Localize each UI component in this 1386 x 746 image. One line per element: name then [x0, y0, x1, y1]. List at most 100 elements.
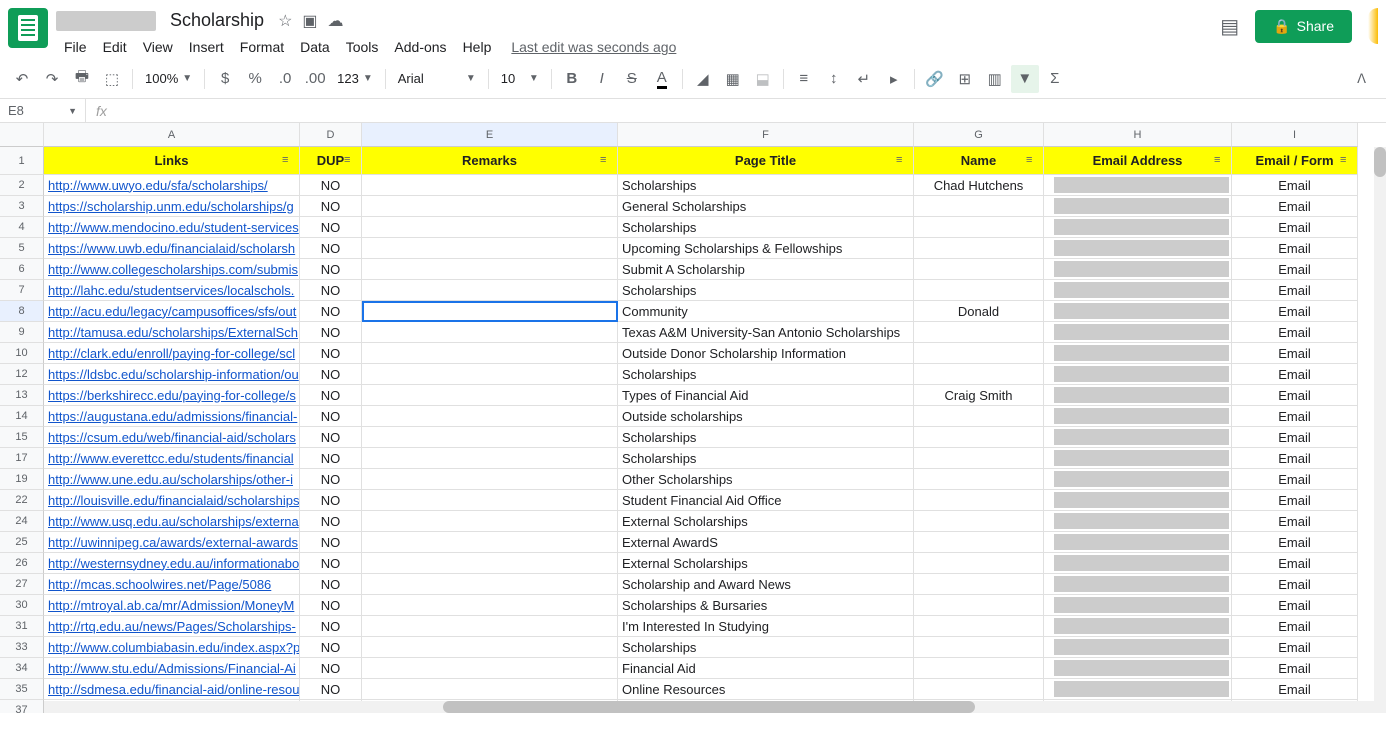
cell-email-form[interactable]: Email	[1232, 679, 1358, 700]
cell-title[interactable]: Scholarships & Bursaries	[618, 595, 914, 616]
column-header-E[interactable]: E	[362, 123, 618, 147]
cell-email[interactable]	[1044, 259, 1232, 280]
row-header-14[interactable]: 14	[0, 406, 44, 427]
menu-help[interactable]: Help	[455, 35, 500, 59]
cell-name[interactable]	[914, 532, 1044, 553]
cell-dup[interactable]: NO	[300, 511, 362, 532]
cell-remarks[interactable]	[362, 616, 618, 637]
cell-name[interactable]	[914, 280, 1044, 301]
cell-link[interactable]: http://uwinnipeg.ca/awards/external-awar…	[44, 532, 300, 553]
cell-remarks[interactable]	[362, 490, 618, 511]
merge-cells-button[interactable]: ⬓	[749, 65, 777, 93]
cell-remarks[interactable]	[362, 658, 618, 679]
cell-email[interactable]	[1044, 532, 1232, 553]
cell-title[interactable]: Scholarships	[618, 637, 914, 658]
column-header-H[interactable]: H	[1044, 123, 1232, 147]
row-header-5[interactable]: 5	[0, 238, 44, 259]
row-header-19[interactable]: 19	[0, 469, 44, 490]
cell-title[interactable]: Upcoming Scholarships & Fellowships	[618, 238, 914, 259]
star-icon[interactable]: ☆	[278, 11, 292, 31]
menu-add-ons[interactable]: Add-ons	[386, 35, 454, 59]
cell-email[interactable]	[1044, 343, 1232, 364]
cell-name[interactable]	[914, 637, 1044, 658]
cell-link[interactable]: http://mtroyal.ab.ca/mr/Admission/MoneyM	[44, 595, 300, 616]
filter-icon[interactable]: ≡	[1340, 154, 1354, 168]
text-wrap-button[interactable]: ↵	[850, 65, 878, 93]
cell-email-form[interactable]: Email	[1232, 448, 1358, 469]
cell-email-form[interactable]: Email	[1232, 406, 1358, 427]
row-header-2[interactable]: 2	[0, 175, 44, 196]
cell-email[interactable]	[1044, 427, 1232, 448]
cell-email-form[interactable]: Email	[1232, 658, 1358, 679]
row-header-4[interactable]: 4	[0, 217, 44, 238]
menu-data[interactable]: Data	[292, 35, 338, 59]
cell-title[interactable]: Scholarship and Award News	[618, 574, 914, 595]
cell-name[interactable]	[914, 196, 1044, 217]
cell-dup[interactable]: NO	[300, 595, 362, 616]
cell-email[interactable]	[1044, 448, 1232, 469]
cell-dup[interactable]: NO	[300, 364, 362, 385]
cell-email[interactable]	[1044, 616, 1232, 637]
cell-dup[interactable]: NO	[300, 322, 362, 343]
row-header-25[interactable]: 25	[0, 532, 44, 553]
cell-email-form[interactable]: Email	[1232, 490, 1358, 511]
cell-remarks[interactable]	[362, 637, 618, 658]
cell-link[interactable]: http://lahc.edu/studentservices/localsch…	[44, 280, 300, 301]
cell-email-form[interactable]: Email	[1232, 637, 1358, 658]
filter-icon[interactable]: ≡	[282, 154, 296, 168]
percent-button[interactable]: %	[241, 65, 269, 93]
cell-email-form[interactable]: Email	[1232, 385, 1358, 406]
cell-remarks[interactable]	[362, 301, 618, 322]
cell-name[interactable]	[914, 217, 1044, 238]
header-cell-D[interactable]: DUP≡	[300, 147, 362, 175]
row-header-22[interactable]: 22	[0, 490, 44, 511]
cell-email[interactable]	[1044, 553, 1232, 574]
cell-title[interactable]: External Scholarships	[618, 511, 914, 532]
cell-remarks[interactable]	[362, 217, 618, 238]
cell-email[interactable]	[1044, 217, 1232, 238]
row-header-17[interactable]: 17	[0, 448, 44, 469]
cell-dup[interactable]: NO	[300, 616, 362, 637]
row-header-33[interactable]: 33	[0, 637, 44, 658]
formula-input[interactable]	[117, 101, 1386, 120]
cell-email-form[interactable]: Email	[1232, 175, 1358, 196]
cell-dup[interactable]: NO	[300, 196, 362, 217]
cell-name[interactable]	[914, 406, 1044, 427]
cell-title[interactable]: Scholarships	[618, 448, 914, 469]
cell-email-form[interactable]: Email	[1232, 343, 1358, 364]
cell-title[interactable]: Scholarships	[618, 217, 914, 238]
row-header-3[interactable]: 3	[0, 196, 44, 217]
cell-name[interactable]: Craig Smith	[914, 385, 1044, 406]
cell-email-form[interactable]: Email	[1232, 322, 1358, 343]
cell-name[interactable]	[914, 259, 1044, 280]
cell-link[interactable]: https://csum.edu/web/financial-aid/schol…	[44, 427, 300, 448]
column-header-D[interactable]: D	[300, 123, 362, 147]
cell-remarks[interactable]	[362, 238, 618, 259]
menu-insert[interactable]: Insert	[181, 35, 232, 59]
cell-link[interactable]: https://augustana.edu/admissions/financi…	[44, 406, 300, 427]
cell-name[interactable]	[914, 427, 1044, 448]
cell-dup[interactable]: NO	[300, 259, 362, 280]
cell-email[interactable]	[1044, 196, 1232, 217]
cell-remarks[interactable]	[362, 364, 618, 385]
cell-title[interactable]: Financial Aid	[618, 658, 914, 679]
row-header-26[interactable]: 26	[0, 553, 44, 574]
cell-link[interactable]: https://berkshirecc.edu/paying-for-colle…	[44, 385, 300, 406]
cell-email[interactable]	[1044, 280, 1232, 301]
vertical-scrollbar[interactable]	[1374, 147, 1386, 713]
menu-tools[interactable]: Tools	[338, 35, 387, 59]
filter-icon[interactable]: ≡	[600, 154, 614, 168]
insert-chart-button[interactable]: ▥	[981, 65, 1009, 93]
font-select[interactable]: Arial▼	[392, 67, 482, 90]
cell-email[interactable]	[1044, 385, 1232, 406]
cell-name[interactable]: Donald	[914, 301, 1044, 322]
filter-icon[interactable]: ≡	[1214, 154, 1228, 168]
cell-title[interactable]: Outside scholarships	[618, 406, 914, 427]
h-align-button[interactable]: ≡	[790, 65, 818, 93]
cell-remarks[interactable]	[362, 343, 618, 364]
cell-link[interactable]: http://mcas.schoolwires.net/Page/5086	[44, 574, 300, 595]
cell-name[interactable]	[914, 679, 1044, 700]
cell-email-form[interactable]: Email	[1232, 553, 1358, 574]
cell-name[interactable]	[914, 511, 1044, 532]
cell-remarks[interactable]	[362, 679, 618, 700]
